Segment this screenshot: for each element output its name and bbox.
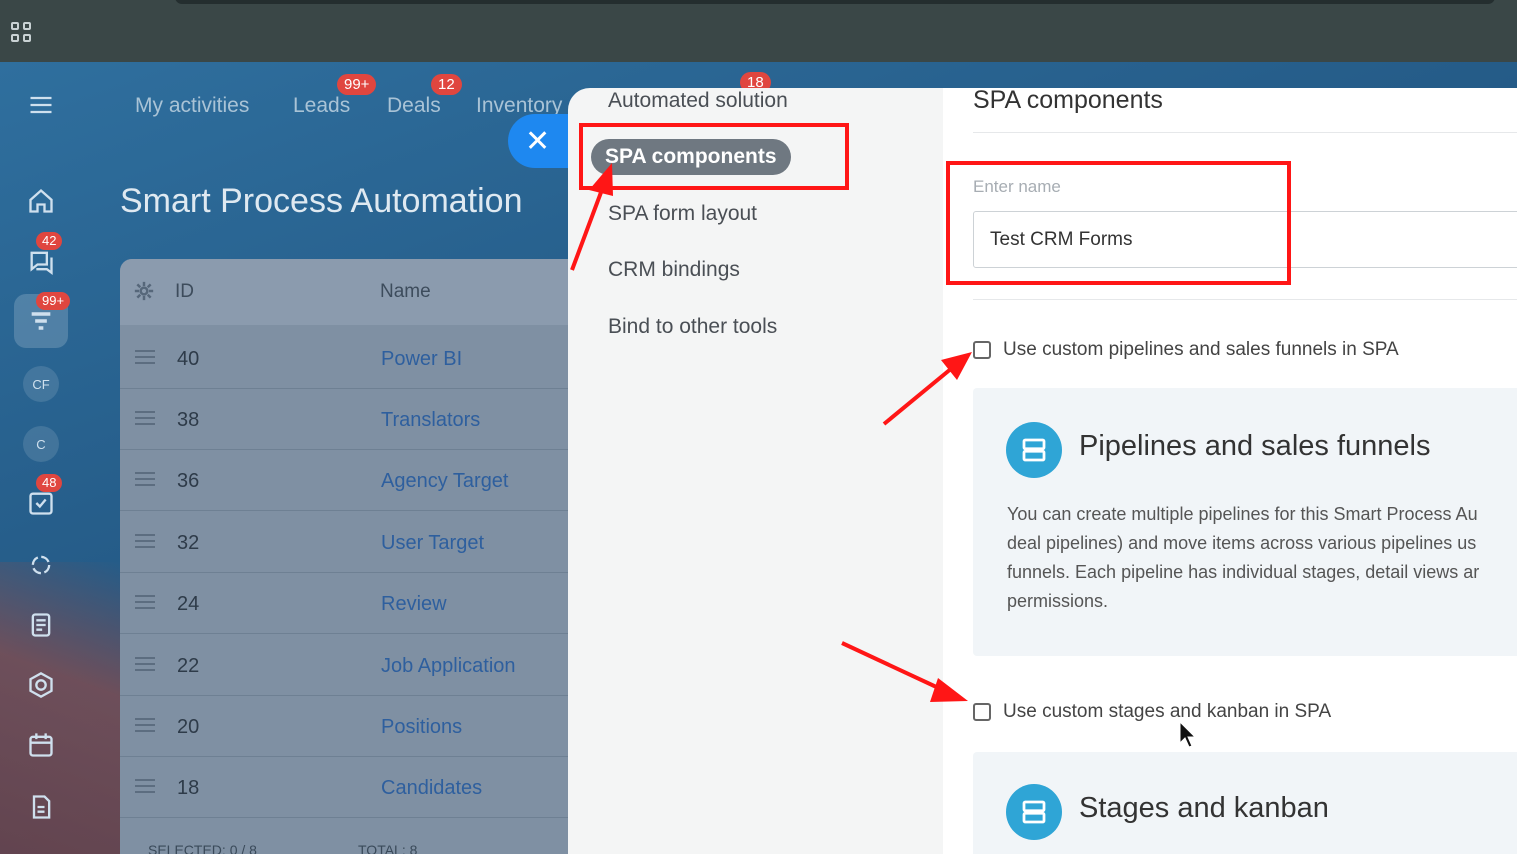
crm-funnel-icon[interactable]: 99+ <box>24 292 71 338</box>
chat-icon[interactable]: 42 <box>24 232 63 278</box>
document-icon[interactable] <box>24 608 58 642</box>
spa-list-table: ID Name 40 Power BI 38 Translators 36 Ag… <box>120 259 590 854</box>
menu-item-crm-bindings[interactable]: CRM bindings <box>608 258 740 282</box>
row-name-link[interactable]: Positions <box>381 716 462 739</box>
address-bar[interactable] <box>175 0 1495 4</box>
custom-pipelines-checkbox[interactable] <box>973 341 991 359</box>
file-icon[interactable] <box>24 790 58 824</box>
tasks-badge: 48 <box>36 474 63 492</box>
row-name-link[interactable]: Review <box>381 593 447 616</box>
total-count: TOTAL: 8 <box>358 842 418 854</box>
selected-count: SELECTED: 0 / 8 <box>148 842 257 854</box>
table-header: ID Name <box>120 259 590 325</box>
custom-stages-label[interactable]: Use custom stages and kanban in SPA <box>1003 701 1331 723</box>
menu-item-automated-solution[interactable]: Automated solution <box>608 89 788 113</box>
settings-menu: Automated solution SPA components SPA fo… <box>568 88 943 854</box>
row-name-link[interactable]: Translators <box>381 409 480 432</box>
apps-grid-icon[interactable] <box>11 22 33 44</box>
close-slider-button[interactable]: ✕ <box>508 114 570 168</box>
row-name-link[interactable]: Agency Target <box>381 470 509 493</box>
leads-badge: 99+ <box>337 74 377 95</box>
sync-icon[interactable] <box>24 548 58 582</box>
row-id: 24 <box>177 593 200 615</box>
nav-my-activities[interactable]: My activities <box>135 94 249 118</box>
drag-handle-icon[interactable] <box>135 534 155 548</box>
crm-badge: 99+ <box>36 292 71 310</box>
hexagon-icon[interactable] <box>24 668 58 702</box>
row-id: 38 <box>177 409 200 431</box>
description-line: deal pipelines) and move items across va… <box>1007 533 1477 553</box>
table-row[interactable]: 22 Job Application <box>120 635 590 696</box>
cf-avatar[interactable]: CF <box>23 366 59 402</box>
row-name-link[interactable]: Candidates <box>381 777 482 800</box>
row-id: 22 <box>177 655 200 677</box>
home-icon[interactable] <box>24 184 58 218</box>
table-row[interactable]: 32 User Target <box>120 512 590 573</box>
row-name-link[interactable]: Job Application <box>381 655 516 678</box>
table-row[interactable]: 38 Translators <box>120 389 590 450</box>
hamburger-menu-icon[interactable] <box>24 88 58 122</box>
drag-handle-icon[interactable] <box>135 657 155 671</box>
stages-icon <box>1006 784 1062 840</box>
browser-toolbar <box>0 0 1517 62</box>
drag-handle-icon[interactable] <box>135 350 155 364</box>
description-line: funnels. Each pipeline has individual st… <box>1007 562 1480 582</box>
row-name-link[interactable]: Power BI <box>381 348 462 371</box>
table-row[interactable]: 20 Positions <box>120 696 590 757</box>
table-row[interactable]: 18 Candidates <box>120 757 590 818</box>
pipelines-card-description: You can create multiple pipelines for th… <box>1007 500 1517 616</box>
drag-handle-icon[interactable] <box>135 595 155 609</box>
stages-info-card: Stages and kanban <box>973 752 1517 854</box>
annotation-box-spa-components <box>579 123 849 190</box>
description-line: You can create multiple pipelines for th… <box>1007 504 1478 524</box>
row-id: 32 <box>177 532 200 554</box>
row-id: 40 <box>177 348 200 370</box>
row-id: 36 <box>177 470 200 492</box>
nav-leads-label: Leads <box>293 94 351 117</box>
calendar-icon[interactable] <box>24 728 58 762</box>
nav-leads[interactable]: Leads 99+ <box>293 74 377 118</box>
divider <box>973 299 1517 300</box>
drag-handle-icon[interactable] <box>135 779 155 793</box>
drag-handle-icon[interactable] <box>135 411 155 425</box>
row-name-link[interactable]: User Target <box>381 532 484 555</box>
description-line: permissions. <box>1007 591 1109 611</box>
stages-card-title: Stages and kanban <box>1079 792 1329 824</box>
custom-pipelines-label[interactable]: Use custom pipelines and sales funnels i… <box>1003 339 1399 361</box>
nav-deals[interactable]: Deals 12 <box>387 74 462 118</box>
column-header-id[interactable]: ID <box>175 281 194 303</box>
annotation-box-name-field <box>946 161 1291 285</box>
chat-badge: 42 <box>36 232 63 250</box>
page-title: Smart Process Automation <box>120 182 523 220</box>
pipelines-card-title: Pipelines and sales funnels <box>1079 430 1431 462</box>
table-row[interactable]: 24 Review <box>120 573 590 634</box>
tasks-icon[interactable]: 48 <box>24 474 63 520</box>
section-heading: SPA components <box>973 86 1163 114</box>
close-icon: ✕ <box>525 124 551 158</box>
menu-item-spa-form-layout[interactable]: SPA form layout <box>608 202 757 226</box>
nav-deals-label: Deals <box>387 94 441 117</box>
table-row[interactable]: 36 Agency Target <box>120 450 590 511</box>
gear-icon[interactable] <box>134 281 154 301</box>
deals-badge: 12 <box>431 74 462 95</box>
divider <box>973 132 1517 133</box>
drag-handle-icon[interactable] <box>135 718 155 732</box>
menu-item-bind-to-other-tools[interactable]: Bind to other tools <box>608 315 777 339</box>
row-id: 18 <box>177 777 200 799</box>
c-avatar[interactable]: C <box>23 426 59 462</box>
pipelines-info-card: Pipelines and sales funnels You can crea… <box>973 388 1517 656</box>
drag-handle-icon[interactable] <box>135 472 155 486</box>
table-row[interactable]: 40 Power BI <box>120 328 590 389</box>
custom-stages-checkbox[interactable] <box>973 703 991 721</box>
row-id: 20 <box>177 716 200 738</box>
left-rail: 42 99+ CF C 48 <box>0 62 88 854</box>
column-header-name[interactable]: Name <box>380 281 431 303</box>
pipelines-icon <box>1006 422 1062 478</box>
